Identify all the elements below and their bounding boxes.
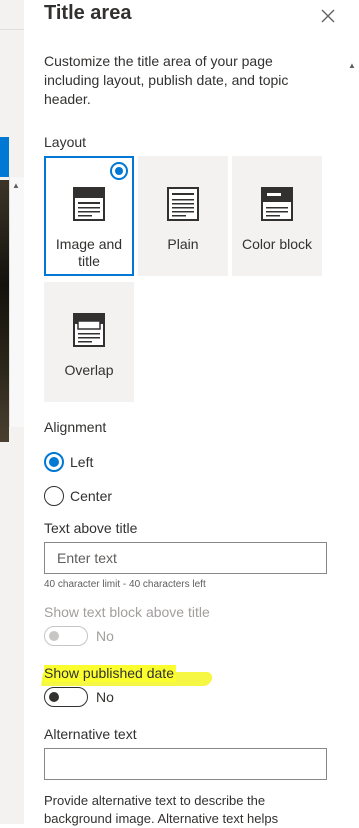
layout-option-label: Overlap xyxy=(64,362,114,378)
layout-option-overlap[interactable]: Overlap xyxy=(44,282,134,402)
scroll-up-icon[interactable]: ▲ xyxy=(10,180,22,192)
radio-label: Left xyxy=(70,454,94,470)
layout-option-label: Color block xyxy=(241,236,313,252)
close-icon xyxy=(321,9,335,23)
text-above-title-input[interactable] xyxy=(44,542,327,574)
layout-option-plain[interactable]: Plain xyxy=(138,156,228,276)
title-area-panel: Title area ▲ Customize the title area of… xyxy=(24,0,359,826)
overlap-layout-icon xyxy=(73,313,105,347)
layout-option-color-block[interactable]: Color block xyxy=(232,156,322,276)
selected-radio-icon xyxy=(110,162,128,180)
show-text-block-label: Show text block above title xyxy=(44,604,210,620)
show-text-block-row: No xyxy=(44,625,114,647)
panel-description: Customize the title area of your page in… xyxy=(44,53,289,107)
show-text-block-toggle[interactable] xyxy=(44,626,88,646)
selected-indicator xyxy=(0,137,9,177)
radio-label: Center xyxy=(70,488,113,504)
panel-title: Title area xyxy=(44,2,132,24)
page-scrollbar[interactable] xyxy=(9,177,24,427)
layout-option-label: Plain xyxy=(167,236,199,252)
toggle-state-text: No xyxy=(96,628,114,644)
divider xyxy=(0,29,24,30)
alternative-text-help: Provide alternative text to describe the… xyxy=(44,793,279,826)
alignment-left-radio[interactable]: Left xyxy=(44,451,93,473)
close-button[interactable] xyxy=(318,6,338,26)
background-image xyxy=(0,180,9,442)
radio-unchecked-icon xyxy=(44,486,64,506)
color-block-layout-icon xyxy=(261,187,293,221)
toggle-knob xyxy=(49,631,59,641)
panel-scrollbar[interactable]: ▲ xyxy=(346,55,359,824)
alignment-center-radio[interactable]: Center xyxy=(44,485,112,507)
layout-option-label: Image and title xyxy=(55,236,123,269)
background-page: ▲ xyxy=(0,0,24,824)
scroll-up-icon[interactable]: ▲ xyxy=(348,61,356,70)
plain-layout-icon xyxy=(167,187,199,221)
image-and-title-layout-icon xyxy=(73,187,105,221)
alternative-text-input[interactable] xyxy=(44,748,327,780)
show-published-date-row: No xyxy=(44,686,114,708)
layout-option-image-and-title[interactable]: Image and title xyxy=(44,156,134,276)
show-published-date-toggle[interactable] xyxy=(44,687,88,707)
layout-label: Layout xyxy=(44,134,87,150)
alignment-label: Alignment xyxy=(44,419,107,435)
show-published-date-label: Show published date xyxy=(44,665,176,682)
character-limit-hint: 40 character limit - 40 characters left xyxy=(44,579,206,590)
radio-checked-icon xyxy=(44,452,64,472)
text-above-title-label: Text above title xyxy=(44,520,138,536)
alternative-text-label: Alternative text xyxy=(44,726,137,742)
toggle-knob xyxy=(49,692,59,702)
toggle-state-text: No xyxy=(96,689,114,705)
